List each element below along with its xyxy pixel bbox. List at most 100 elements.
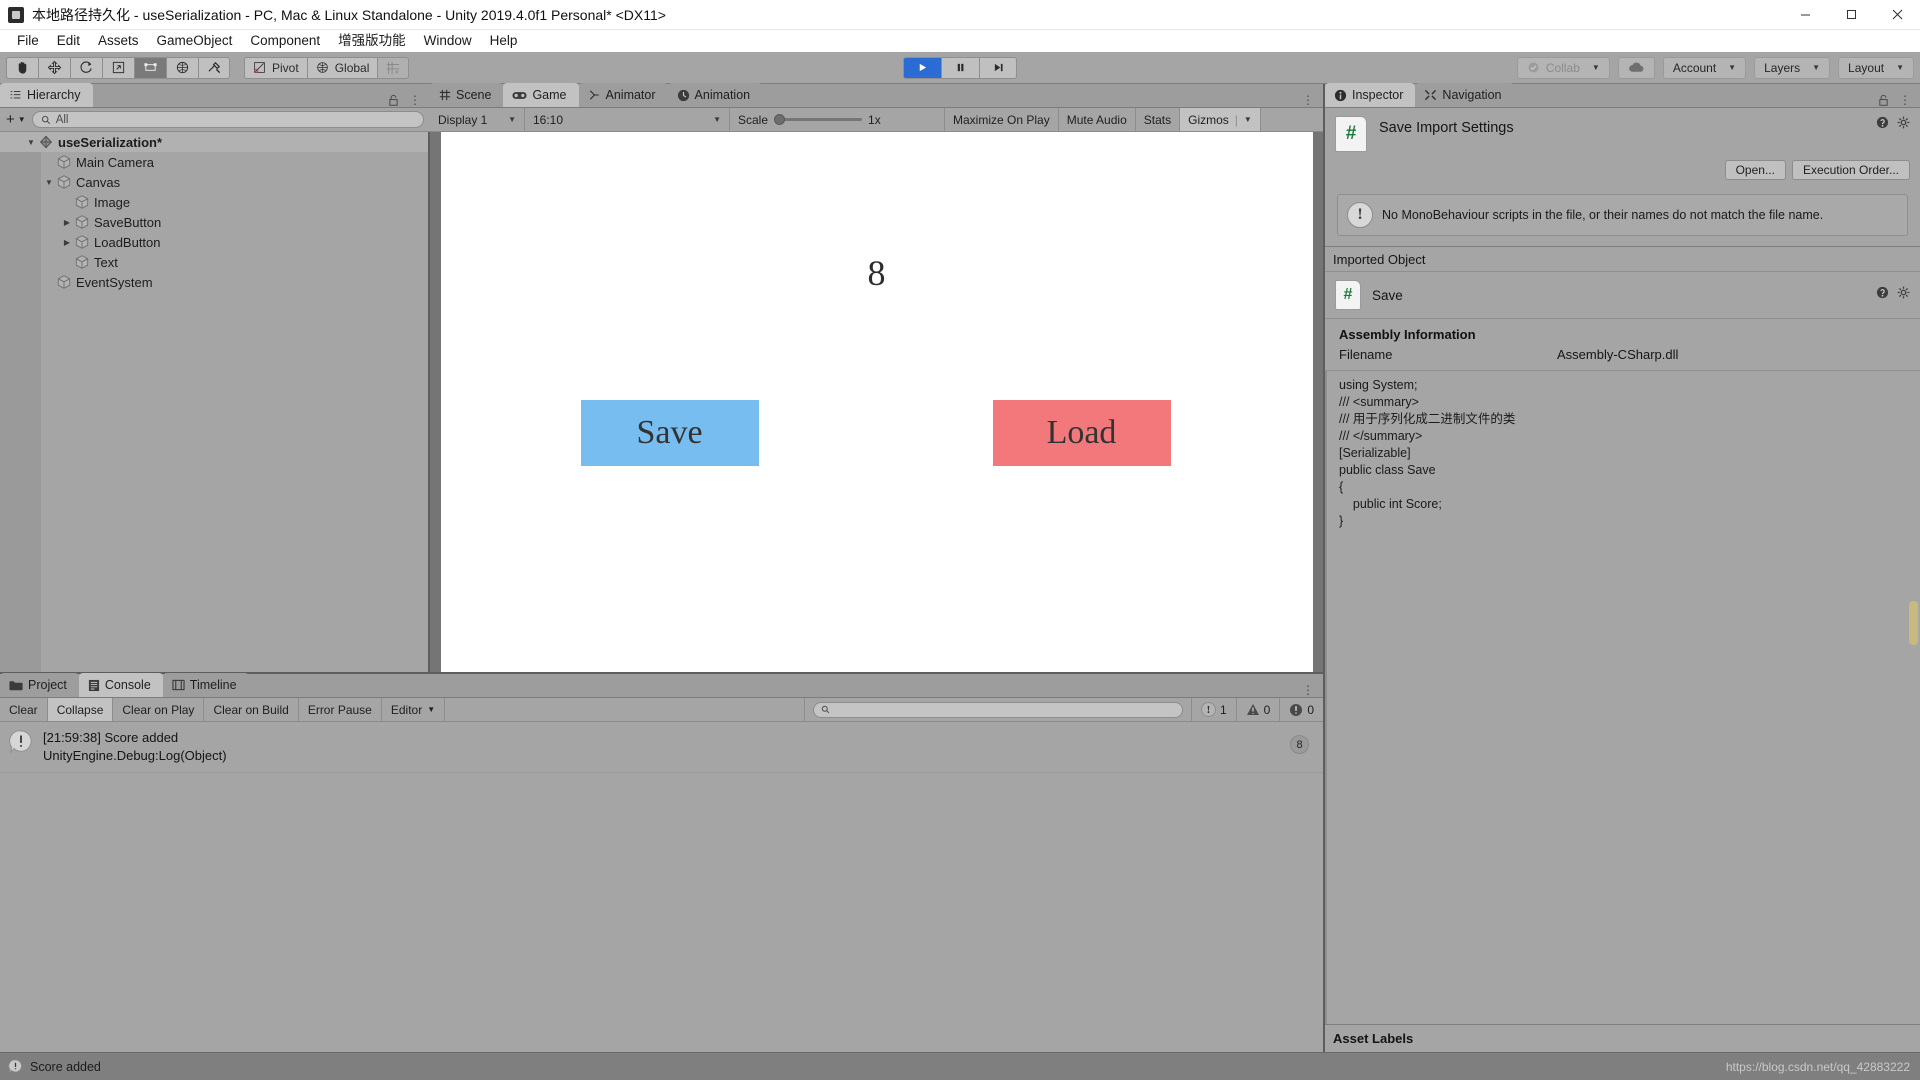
cloud-button[interactable] bbox=[1617, 56, 1655, 79]
move-tool-icon[interactable] bbox=[38, 56, 70, 79]
menu-enhanced[interactable]: 增强版功能 bbox=[329, 30, 415, 52]
menu-assets[interactable]: Assets bbox=[89, 30, 148, 52]
scale-slider[interactable]: Scale 1x bbox=[730, 108, 945, 131]
transform-tool-icon[interactable] bbox=[166, 56, 198, 79]
console-log-badge: 8 bbox=[1290, 735, 1309, 754]
menu-edit[interactable]: Edit bbox=[48, 30, 89, 52]
hierarchy-item-image[interactable]: Image bbox=[0, 192, 428, 212]
menu-component[interactable]: Component bbox=[241, 30, 329, 52]
gameobject-icon bbox=[56, 274, 72, 290]
menu-window[interactable]: Window bbox=[415, 30, 481, 52]
clear-button[interactable]: Clear bbox=[0, 698, 48, 721]
global-toggle[interactable]: Global bbox=[306, 56, 378, 79]
console-search-input[interactable] bbox=[812, 701, 1183, 718]
lock-icon[interactable] bbox=[388, 94, 399, 107]
execution-order-button[interactable]: Execution Order... bbox=[1791, 160, 1910, 180]
tab-hierarchy[interactable]: Hierarchy bbox=[0, 83, 93, 107]
scale-tool-icon[interactable] bbox=[102, 56, 134, 79]
tab-animator[interactable]: Animator bbox=[578, 83, 668, 107]
rect-tool-icon[interactable] bbox=[134, 56, 166, 79]
gear-icon[interactable] bbox=[1897, 286, 1910, 299]
twisty-icon[interactable]: ▶ bbox=[60, 238, 74, 247]
maximize-on-play-button[interactable]: Maximize On Play bbox=[945, 108, 1059, 131]
grid-snap-icon[interactable] bbox=[377, 56, 410, 79]
game-load-button[interactable]: Load bbox=[992, 400, 1171, 466]
hierarchy-item-main-camera[interactable]: Main Camera bbox=[0, 152, 428, 172]
stats-button[interactable]: Stats bbox=[1136, 108, 1181, 131]
hierarchy-item-savebutton[interactable]: ▶ SaveButton bbox=[0, 212, 428, 232]
hierarchy-item-text[interactable]: Text bbox=[0, 252, 428, 272]
console-log-entry[interactable]: [21:59:38] Score added UnityEngine.Debug… bbox=[0, 722, 1323, 773]
menu-gameobject[interactable]: GameObject bbox=[148, 30, 242, 52]
collapse-button[interactable]: Collapse bbox=[47, 698, 114, 721]
lock-icon[interactable] bbox=[1878, 94, 1889, 107]
panel-menu-icon[interactable]: ⋮ bbox=[409, 93, 421, 107]
game-render-surface[interactable]: 8 Save Load bbox=[440, 132, 1313, 672]
gizmos-button[interactable]: Gizmos | ▼ bbox=[1180, 108, 1261, 131]
error-pause-button[interactable]: Error Pause bbox=[299, 698, 382, 721]
scale-knob[interactable] bbox=[774, 114, 786, 125]
pivot-toggle[interactable]: Pivot bbox=[244, 56, 307, 79]
rotate-tool-icon[interactable] bbox=[70, 56, 102, 79]
tab-console[interactable]: Console bbox=[78, 673, 163, 697]
tab-project[interactable]: Project bbox=[0, 673, 79, 697]
create-gameobject-button[interactable]: + ▼ bbox=[6, 111, 26, 128]
hierarchy-search-input[interactable]: All bbox=[31, 111, 424, 128]
chevron-down-icon: ▼ bbox=[1812, 63, 1821, 72]
warning-count[interactable]: 0 bbox=[1235, 698, 1280, 721]
play-button[interactable] bbox=[903, 56, 941, 79]
hand-tool-icon[interactable] bbox=[6, 56, 38, 79]
aspect-label: 16:10 bbox=[533, 112, 564, 127]
gameobject-icon bbox=[74, 214, 90, 230]
panel-menu-icon[interactable]: ⋮ bbox=[1302, 93, 1314, 107]
tab-game[interactable]: Game bbox=[503, 83, 579, 107]
twisty-icon[interactable]: ▼ bbox=[24, 138, 38, 147]
hierarchy-tree[interactable]: ▼ useSerialization* Main Camera ▼ Canvas Imag… bbox=[0, 132, 430, 672]
menu-help[interactable]: Help bbox=[481, 30, 527, 52]
hierarchy-item-loadbutton[interactable]: ▶ LoadButton bbox=[0, 232, 428, 252]
game-save-button[interactable]: Save bbox=[580, 400, 759, 466]
error-count[interactable]: 0 bbox=[1279, 698, 1323, 721]
help-icon[interactable] bbox=[1876, 286, 1889, 299]
tab-animation[interactable]: Animation bbox=[667, 83, 763, 107]
console-log-list[interactable]: [21:59:38] Score added UnityEngine.Debug… bbox=[0, 722, 1323, 1052]
aspect-ratio-dropdown[interactable]: 16:10 ▼ bbox=[525, 108, 730, 131]
panel-menu-icon[interactable]: ⋮ bbox=[1302, 683, 1314, 697]
pause-button[interactable] bbox=[941, 56, 979, 79]
help-icon[interactable] bbox=[1876, 116, 1889, 129]
hierarchy-item-canvas[interactable]: ▼ Canvas bbox=[0, 172, 428, 192]
mute-audio-label: Mute Audio bbox=[1066, 112, 1127, 127]
layers-button[interactable]: Layers ▼ bbox=[1754, 56, 1831, 79]
collab-button[interactable]: Collab ▼ bbox=[1516, 56, 1610, 79]
tab-inspector[interactable]: Inspector bbox=[1325, 83, 1416, 107]
scrollbar-thumb[interactable] bbox=[1909, 601, 1918, 645]
custom-tool-icon[interactable] bbox=[198, 56, 230, 79]
info-count[interactable]: ! 1 bbox=[1190, 698, 1236, 721]
account-button[interactable]: Account ▼ bbox=[1662, 56, 1747, 79]
workspace: Hierarchy ⋮ + ▼ All ▼ useSerialization* … bbox=[0, 83, 1920, 1052]
step-button[interactable] bbox=[979, 56, 1017, 79]
minimize-button[interactable] bbox=[1782, 0, 1828, 30]
twisty-icon[interactable]: ▶ bbox=[60, 218, 74, 227]
close-button[interactable] bbox=[1874, 0, 1920, 30]
panel-menu-icon[interactable]: ⋮ bbox=[1899, 93, 1911, 107]
game-view-canvas[interactable]: 8 Save Load bbox=[430, 132, 1323, 672]
clear-on-build-button[interactable]: Clear on Build bbox=[204, 698, 299, 721]
tab-timeline[interactable]: Timeline bbox=[162, 673, 249, 697]
mute-audio-button[interactable]: Mute Audio bbox=[1059, 108, 1136, 131]
tab-navigation[interactable]: Navigation bbox=[1415, 83, 1514, 107]
scale-track[interactable] bbox=[774, 114, 863, 125]
menu-file[interactable]: File bbox=[8, 30, 48, 52]
editor-dropdown[interactable]: Editor ▼ bbox=[382, 698, 446, 721]
display-dropdown[interactable]: Display 1 ▼ bbox=[430, 108, 525, 131]
tab-scene[interactable]: Scene bbox=[430, 83, 504, 107]
maximize-button[interactable] bbox=[1828, 0, 1874, 30]
twisty-icon[interactable]: ▼ bbox=[42, 178, 56, 187]
open-button[interactable]: Open... bbox=[1724, 160, 1786, 180]
gear-icon[interactable] bbox=[1897, 116, 1910, 129]
hierarchy-item-eventsystem[interactable]: EventSystem bbox=[0, 272, 428, 292]
layout-button[interactable]: Layout ▼ bbox=[1838, 56, 1914, 79]
hierarchy-item-useserialization[interactable]: ▼ useSerialization* bbox=[0, 132, 428, 152]
clear-on-play-button[interactable]: Clear on Play bbox=[113, 698, 205, 721]
status-bar[interactable]: Score added https://blog.csdn.net/qq_428… bbox=[0, 1052, 1920, 1080]
